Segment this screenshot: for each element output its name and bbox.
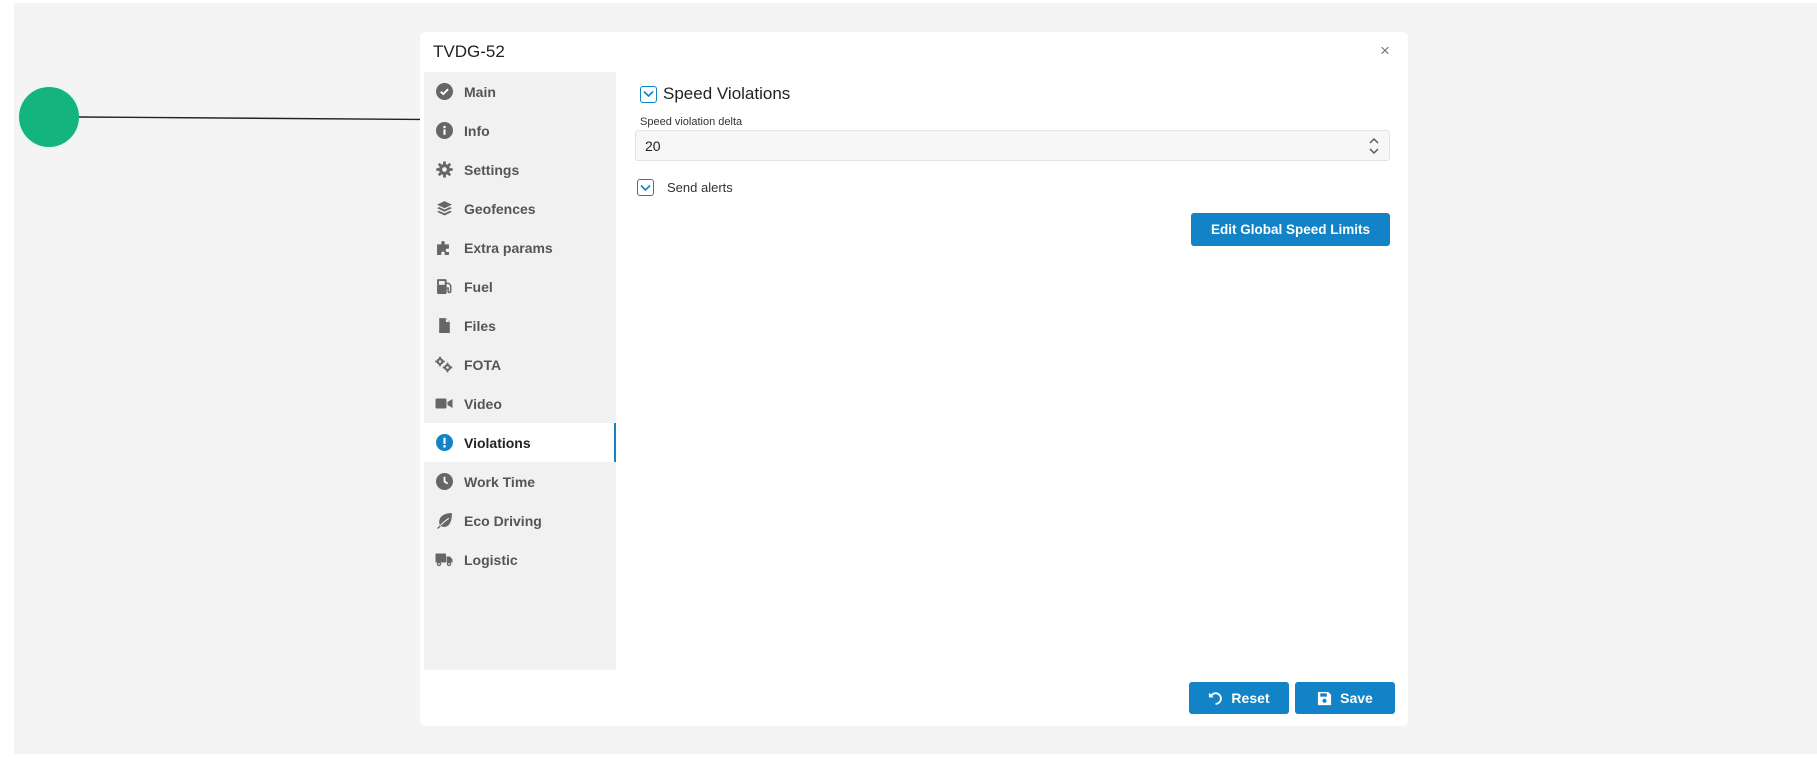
layers-icon [435,200,453,218]
sidebar-item-label: Logistic [464,551,518,568]
sidebar: Main Info Settings Geofences Extra param… [424,72,616,670]
sidebar-item-label: Settings [464,161,520,178]
truck-icon [435,551,453,569]
info-circle-icon [435,122,453,140]
sidebar-item-label: Files [464,317,496,334]
sidebar-item-label: Main [464,83,496,100]
sidebar-item-violations[interactable]: Violations [424,423,616,462]
edit-global-speed-limits-button[interactable]: Edit Global Speed Limits [1191,213,1390,246]
section-title: Speed Violations [663,84,791,103]
sidebar-item-label: Violations [464,434,531,451]
sidebar-item-video[interactable]: Video [424,384,616,423]
leaf-icon [435,512,453,530]
dialog-title: TVDG-52 [433,42,505,61]
gears-icon [435,356,453,374]
checkbox-checked-icon[interactable] [637,179,654,196]
sidebar-item-main[interactable]: Main [424,72,616,111]
gear-icon [435,161,453,179]
save-label: Save [1340,690,1373,706]
sidebar-item-eco-driving[interactable]: Eco Driving [424,501,616,540]
speed-violations-toggle[interactable]: Speed Violations [640,84,790,104]
sidebar-item-label: Fuel [464,278,493,295]
sidebar-item-label: Geofences [464,200,536,217]
send-alerts-label: Send alerts [667,180,733,195]
sidebar-item-info[interactable]: Info [424,111,616,150]
save-icon [1317,691,1332,706]
file-icon [435,317,453,335]
sidebar-item-label: Video [464,395,502,412]
fuel-pump-icon [435,278,453,296]
sidebar-item-geofences[interactable]: Geofences [424,189,616,228]
annotation-marker [19,87,79,147]
reset-button[interactable]: Reset [1189,682,1289,714]
exclamation-circle-icon [435,434,453,452]
violations-panel: Speed Violations Speed violation delta 2… [616,72,1408,670]
reset-label: Reset [1231,690,1270,706]
speed-violation-delta-input[interactable]: 20 [635,130,1390,161]
close-icon[interactable]: × [1376,42,1394,60]
send-alerts-option[interactable]: Send alerts [637,179,733,196]
sidebar-item-fuel[interactable]: Fuel [424,267,616,306]
sidebar-item-label: Info [464,122,490,139]
sidebar-item-files[interactable]: Files [424,306,616,345]
sidebar-item-logistic[interactable]: Logistic [424,540,616,579]
sidebar-item-settings[interactable]: Settings [424,150,616,189]
save-button[interactable]: Save [1295,682,1395,714]
clock-icon [435,473,453,491]
speed-violation-delta-label: Speed violation delta [640,116,743,128]
sidebar-item-label: Eco Driving [464,512,542,529]
sidebar-item-work-time[interactable]: Work Time [424,462,616,501]
check-circle-icon [435,83,453,101]
sidebar-item-label: Work Time [464,473,536,490]
puzzle-icon [435,239,453,257]
checkbox-checked-icon[interactable] [640,85,657,103]
number-spinner-icon[interactable] [1367,135,1381,157]
sidebar-item-fota[interactable]: FOTA [424,345,616,384]
video-camera-icon [435,395,453,413]
sidebar-item-label: Extra params [464,239,553,256]
sidebar-item-label: FOTA [464,356,502,373]
device-settings-dialog: TVDG-52 × Main Info Settings Geofences E… [420,32,1408,726]
reset-icon [1208,691,1223,706]
speed-violation-delta-value: 20 [645,137,661,154]
sidebar-item-extra-params[interactable]: Extra params [424,228,616,267]
